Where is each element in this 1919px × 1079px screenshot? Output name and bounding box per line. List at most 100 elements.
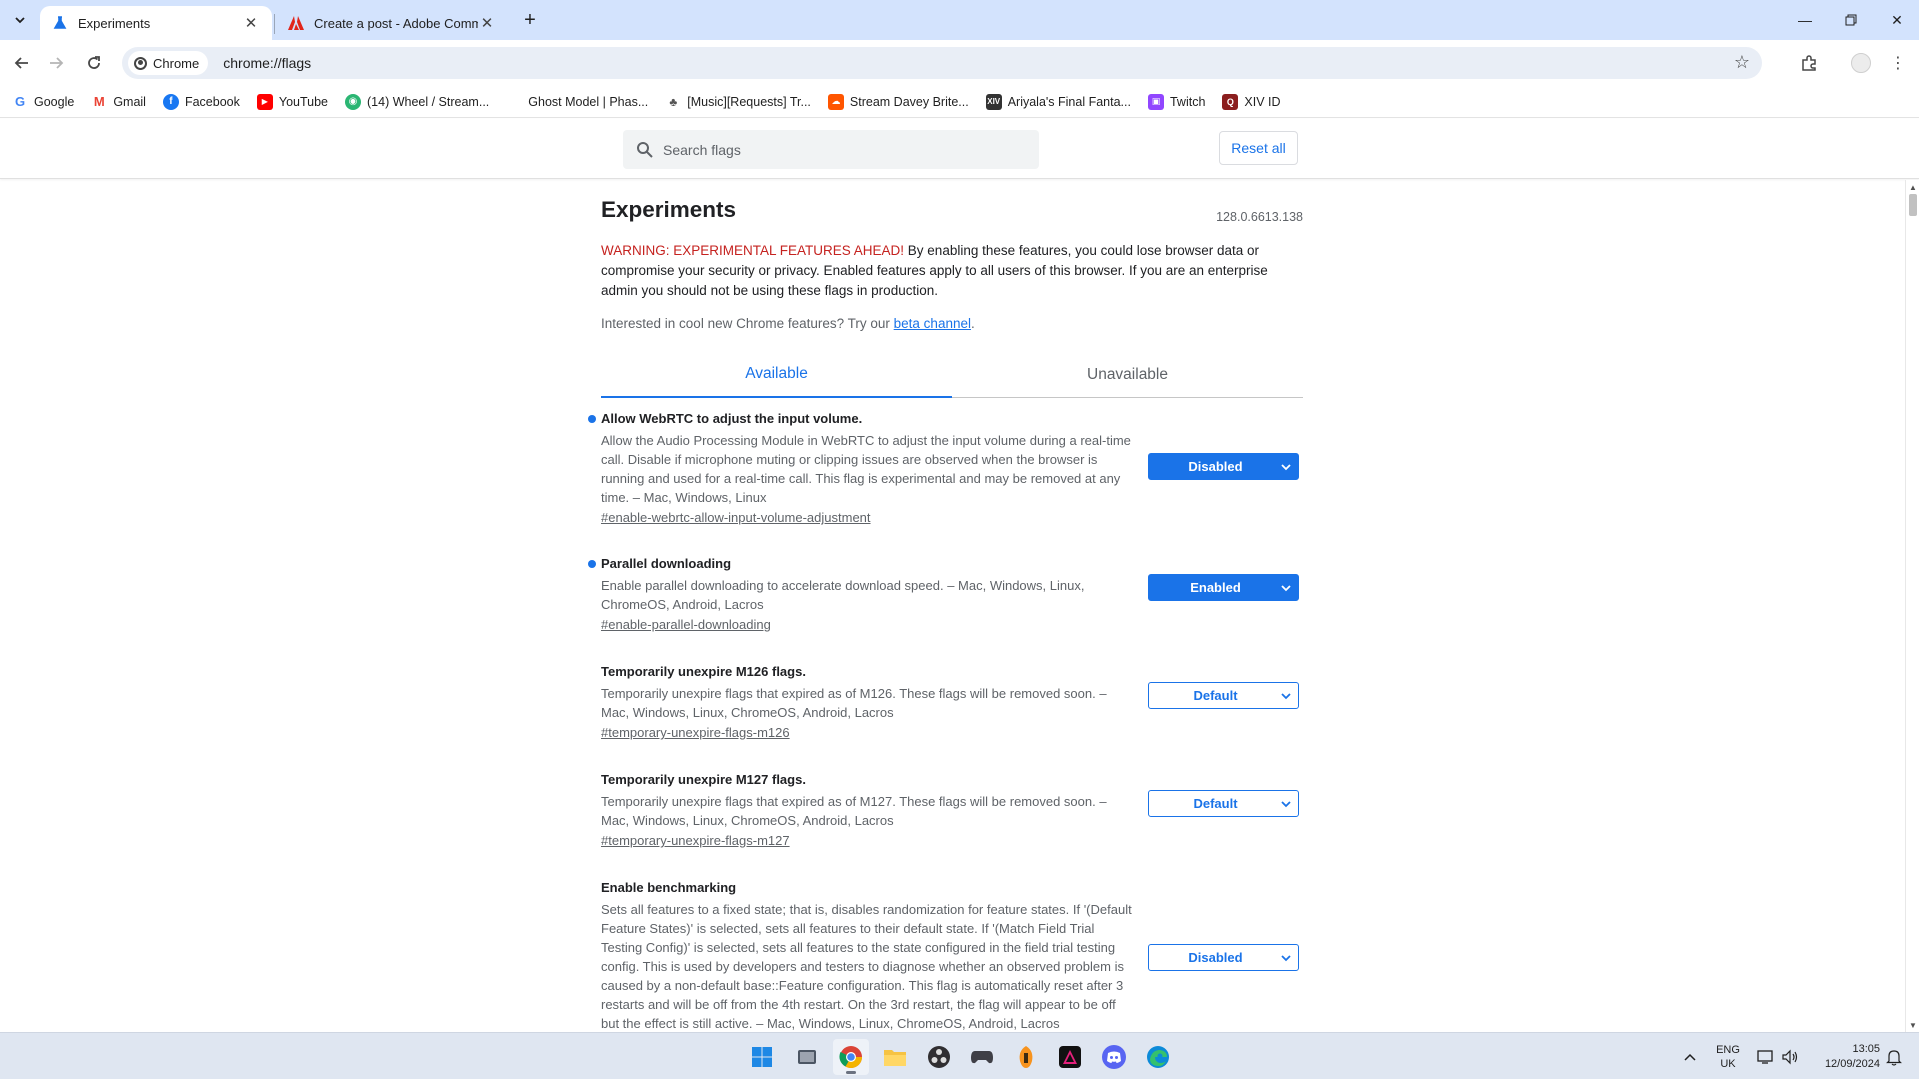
show-hidden-icons-chevron-up-icon[interactable]: [1678, 1033, 1702, 1079]
youtube-icon: ▶: [256, 93, 273, 110]
bookmark-wheel-stream[interactable]: ◉ (14) Wheel / Stream...: [345, 93, 490, 110]
language-region: UK: [1720, 1057, 1736, 1070]
scroll-up-arrow-icon[interactable]: ▲: [1909, 183, 1917, 192]
close-icon[interactable]: ✕: [478, 14, 496, 32]
back-icon[interactable]: [8, 49, 36, 77]
bookmark-label: Ghost Model | Phas...: [528, 94, 649, 109]
network-icon[interactable]: [1754, 1033, 1778, 1079]
select-value: Enabled: [1190, 580, 1241, 595]
affinity-icon[interactable]: [1052, 1039, 1088, 1075]
google-icon: G: [14, 94, 26, 109]
bookmark-ariyala[interactable]: XIV Ariyala's Final Fanta...: [985, 93, 1131, 110]
beta-prefix: Interested in cool new Chrome features? …: [601, 316, 894, 331]
tab-title: Create a post - Adobe Commun: [314, 15, 478, 31]
fl-studio-icon[interactable]: [1008, 1039, 1044, 1075]
chevron-down-icon: [1274, 584, 1298, 592]
tab-experiments[interactable]: Experiments ✕: [40, 6, 272, 40]
beta-channel-link[interactable]: beta channel: [894, 316, 971, 331]
bookmark-label: (14) Wheel / Stream...: [367, 94, 490, 109]
menu-kebab-icon[interactable]: ⋮: [1884, 49, 1912, 77]
restore-icon[interactable]: [1828, 0, 1874, 40]
search-flags-input[interactable]: [663, 141, 1023, 158]
windows-start-icon[interactable]: [744, 1039, 780, 1075]
url-text[interactable]: chrome://flags: [223, 55, 311, 71]
bookmark-music-requests[interactable]: ♣ [Music][Requests] Tr...: [665, 94, 811, 110]
profile-avatar[interactable]: [1847, 49, 1875, 77]
system-clock[interactable]: 13:05 12/09/2024: [1810, 1033, 1880, 1079]
bookmark-youtube[interactable]: ▶ YouTube: [256, 93, 328, 110]
bookmark-xiv-id[interactable]: Q XIV ID: [1222, 93, 1281, 110]
select-value: Default: [1193, 688, 1238, 703]
obs-icon[interactable]: [921, 1039, 957, 1075]
experiment-select[interactable]: Disabled: [1148, 944, 1299, 971]
bookmark-ghost-model[interactable]: Ghost Model | Phas...: [506, 94, 648, 110]
scroll-thumb[interactable]: [1909, 194, 1917, 216]
reload-icon[interactable]: [80, 49, 108, 77]
experiment-description: Sets all features to a fixed state; that…: [601, 902, 1132, 1031]
chevron-down-icon: [1274, 954, 1298, 962]
experiment-select[interactable]: Disabled: [1148, 453, 1299, 480]
bookmark-stream-davey[interactable]: ☁ Stream Davey Brite...: [827, 93, 969, 110]
bookmark-label: [Music][Requests] Tr...: [687, 94, 811, 109]
tab-available[interactable]: Available: [601, 352, 952, 398]
stream-icon: ◉: [345, 93, 361, 110]
experiment-select[interactable]: Default: [1148, 790, 1299, 817]
notification-bell-icon[interactable]: [1882, 1033, 1906, 1079]
extensions-icon[interactable]: [1795, 49, 1823, 77]
clock-time: 13:05: [1852, 1042, 1880, 1055]
bookmark-star-icon[interactable]: ☆: [1734, 52, 1750, 73]
new-tab-button[interactable]: +: [518, 8, 542, 32]
tab-unavailable[interactable]: Unavailable: [952, 352, 1303, 398]
experiment-name: Temporarily unexpire M126 flags.: [601, 664, 806, 679]
page-title: Experiments: [601, 197, 737, 222]
file-explorer-icon[interactable]: [877, 1039, 913, 1075]
bookmark-label: Ariyala's Final Fanta...: [1007, 94, 1131, 109]
bookmark-twitch[interactable]: ▣ Twitch: [1147, 93, 1205, 110]
twitch-icon: ▣: [1147, 93, 1164, 110]
music-icon: ♣: [669, 94, 678, 109]
experiment-select[interactable]: Enabled: [1148, 574, 1299, 601]
chrome-icon[interactable]: [833, 1039, 869, 1075]
experiment-permalink[interactable]: #enable-parallel-downloading: [601, 615, 1303, 634]
warning-text: WARNING: EXPERIMENTAL FEATURES AHEAD! By…: [601, 241, 1303, 301]
search-flags-box[interactable]: [623, 130, 1039, 169]
edge-icon[interactable]: [1140, 1039, 1176, 1075]
bookmark-gmail[interactable]: M Gmail: [91, 94, 146, 110]
address-bar[interactable]: Chrome chrome://flags ☆: [122, 47, 1762, 79]
experiment-permalink[interactable]: #enable-webrtc-allow-input-volume-adjust…: [601, 508, 1303, 527]
forward-icon[interactable]: [42, 49, 70, 77]
experiment-select[interactable]: Default: [1148, 682, 1299, 709]
game-controller-icon[interactable]: [964, 1039, 1000, 1075]
minimize-icon[interactable]: —: [1782, 0, 1828, 40]
tab-adobe-community[interactable]: Create a post - Adobe Commun ✕: [276, 6, 508, 40]
select-value: Disabled: [1188, 459, 1243, 474]
version-label: 128.0.6613.138: [1216, 210, 1303, 224]
experiment-description: Temporarily unexpire flags that expired …: [601, 686, 1107, 720]
discord-icon[interactable]: [1096, 1039, 1132, 1075]
tab-search-button[interactable]: [6, 8, 34, 32]
bookmark-google[interactable]: G Google: [12, 94, 74, 110]
browser-toolbar: Chrome chrome://flags ☆ ⋮: [0, 40, 1919, 86]
reset-all-button[interactable]: Reset all: [1219, 131, 1298, 165]
flags-search-header: Reset all: [0, 119, 1919, 179]
experiment-permalink[interactable]: #temporary-unexpire-flags-m127: [601, 831, 1303, 850]
page-scrollbar[interactable]: ▲ ▼: [1905, 180, 1919, 1032]
bookmark-label: Stream Davey Brite...: [849, 94, 969, 109]
bookmark-label: Google: [34, 94, 75, 109]
avatar-icon: [1851, 53, 1871, 73]
close-icon[interactable]: ✕: [242, 14, 260, 32]
bookmark-facebook[interactable]: f Facebook: [162, 93, 240, 110]
close-window-icon[interactable]: ✕: [1874, 0, 1919, 40]
volume-icon[interactable]: [1778, 1033, 1802, 1079]
site-info-chip[interactable]: Chrome: [128, 51, 209, 75]
experiment-name: Parallel downloading: [601, 556, 732, 571]
flags-content: Experiments 128.0.6613.138 WARNING: EXPE…: [0, 180, 1905, 1032]
experiment-permalink[interactable]: #temporary-unexpire-flags-m126: [601, 723, 1303, 742]
chip-label: Chrome: [153, 55, 200, 71]
scroll-down-arrow-icon[interactable]: ▼: [1909, 1021, 1917, 1030]
clock-date: 12/09/2024: [1824, 1057, 1880, 1070]
language-indicator[interactable]: ENG UK: [1708, 1033, 1748, 1079]
experiment-enable-benchmarking: Enable benchmarking Sets all features to…: [601, 879, 1303, 1032]
chevron-down-icon: [15, 17, 25, 24]
task-view-icon[interactable]: [789, 1039, 825, 1075]
